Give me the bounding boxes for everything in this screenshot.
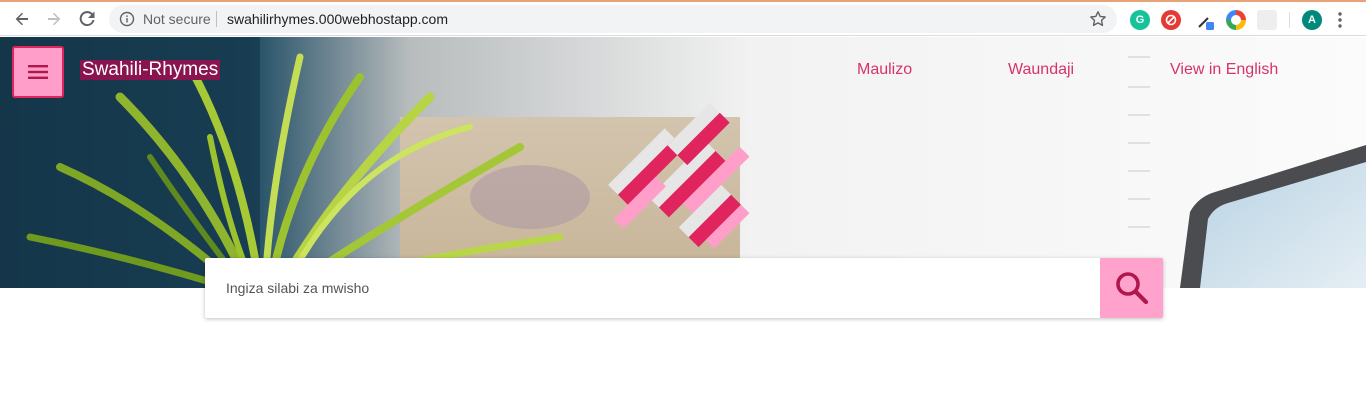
hamburger-menu-button[interactable] <box>12 46 64 98</box>
more-vert-icon[interactable] <box>1337 11 1343 29</box>
info-icon[interactable] <box>119 11 135 27</box>
arrow-left-icon <box>15 12 28 26</box>
url-text[interactable]: swahilirhymes.000webhostapp.com <box>227 11 448 27</box>
nav-link-english[interactable]: View in English <box>1170 61 1278 79</box>
search-bar <box>205 258 1163 318</box>
forward-button[interactable] <box>42 7 66 31</box>
chrome-colors-icon[interactable] <box>1226 10 1246 30</box>
search-input[interactable] <box>205 258 1101 318</box>
toolbar-divider <box>1289 12 1290 28</box>
arrow-right-icon <box>48 12 61 26</box>
reload-button[interactable] <box>75 7 99 31</box>
eyedropper-icon[interactable] <box>1196 10 1216 30</box>
reload-icon <box>79 11 95 27</box>
blank-extension-icon[interactable] <box>1257 10 1277 30</box>
site-brand[interactable]: Swahili-Rhymes <box>80 60 221 80</box>
nav-link-waundaji[interactable]: Waundaji <box>1008 61 1074 79</box>
grammarly-icon[interactable]: G <box>1130 10 1150 30</box>
back-button[interactable] <box>10 7 34 31</box>
bookmark-star-icon[interactable] <box>1089 10 1107 28</box>
security-label[interactable]: Not secure <box>143 11 211 27</box>
adblock-icon[interactable] <box>1161 10 1181 30</box>
browser-toolbar: Not secure swahilirhymes.000webhostapp.c… <box>0 2 1366 36</box>
search-button[interactable] <box>1100 258 1163 318</box>
omnibox-divider <box>216 11 217 27</box>
address-bar[interactable]: Not secure swahilirhymes.000webhostapp.c… <box>109 5 1117 33</box>
search-icon <box>1115 272 1148 305</box>
hamburger-icon <box>28 65 48 79</box>
profile-avatar[interactable]: A <box>1302 10 1322 30</box>
profile-initial: A <box>1308 14 1316 26</box>
nav-link-maulizo[interactable]: Maulizo <box>857 61 912 79</box>
